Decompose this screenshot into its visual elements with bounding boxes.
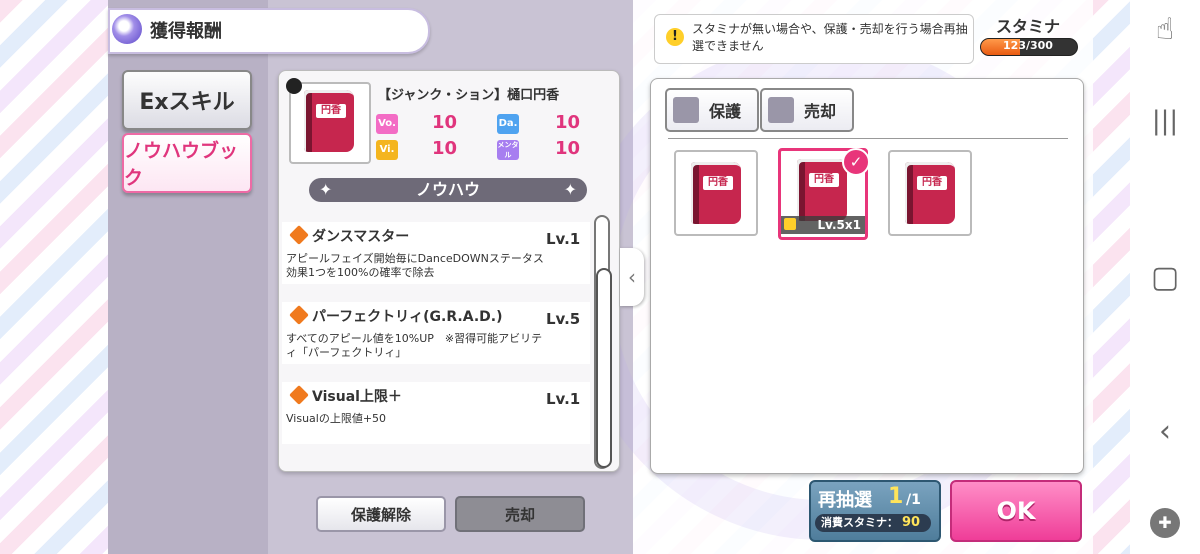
knowhow-section-header: ✦ ノウハウ ✦ <box>309 178 587 202</box>
redraw-count: 1 <box>888 484 904 509</box>
skill-level: Lv.1 <box>546 230 581 248</box>
game-controller-icon[interactable]: ✚ <box>1150 508 1180 538</box>
book-icon: 円香 <box>304 90 354 152</box>
recent-apps-icon[interactable]: ||| <box>1130 106 1200 136</box>
stamina-label: スタミナ <box>996 17 1061 36</box>
stat-mental-label: メンタル <box>497 140 519 160</box>
book-label: 円香 <box>703 176 733 190</box>
item-slot[interactable]: 円香 <box>888 150 972 236</box>
stamina-value: 123/300 <box>1003 39 1053 52</box>
skill-desc: アピールフェイズ開始毎にDanceDOWNステータス効果1つを100%の確率で除… <box>286 252 544 279</box>
item-slot[interactable]: 円香 <box>674 150 758 236</box>
redraw-cost-value: 90 <box>902 515 921 530</box>
tab-ex-skill[interactable]: Exスキル <box>122 70 252 130</box>
book-label: 円香 <box>809 173 839 187</box>
home-icon[interactable]: ▢ <box>1130 260 1200 295</box>
skill-level: Lv.5 <box>546 310 581 328</box>
book-icon: 円香 <box>797 159 847 221</box>
stat-vi-value: 10 <box>432 138 458 159</box>
page-title: 獲得報酬 <box>150 21 222 42</box>
sparkle-icon: ✦ <box>563 180 577 199</box>
divider <box>668 138 1068 139</box>
stat-da-value: 10 <box>555 112 581 133</box>
filter-protect-toggle[interactable]: 保護 <box>665 88 759 132</box>
book-label: 円香 <box>917 176 947 190</box>
chevron-left-icon: ‹ <box>628 265 636 289</box>
filter-sell-toggle[interactable]: 売却 <box>760 88 854 132</box>
stat-vo-value: 10 <box>432 112 458 133</box>
tab-knowhow-book[interactable]: ノウハウブック <box>122 133 252 193</box>
book-icon: 円香 <box>691 162 741 224</box>
filter-sell-label: 売却 <box>804 102 837 121</box>
item-name: 【ジャンク・ション】樋口円香 <box>378 88 560 103</box>
collapse-panel-button[interactable]: ‹ <box>620 248 644 306</box>
warning-text: スタミナが無い場合や、保護・売却を行う場合再抽選できません <box>692 22 968 53</box>
bomb-icon <box>286 78 302 94</box>
ok-button[interactable]: OK <box>950 480 1082 542</box>
skill-name: パーフェクトリィ(G.R.A.D.) <box>312 309 503 325</box>
lock-icon <box>784 218 796 230</box>
reward-orb-icon <box>112 14 142 44</box>
redraw-label: 再抽選 <box>818 490 872 511</box>
skill-name: ダンスマスター <box>312 229 410 245</box>
stat-vo-label: Vo. <box>376 114 398 134</box>
check-badge-icon: ✓ <box>842 148 870 176</box>
stat-da-label: Da. <box>497 114 519 134</box>
sparkle-icon: ✦ <box>319 180 333 199</box>
redraw-cost-label: 消費スタミナ： <box>821 516 898 529</box>
checkbox <box>768 97 794 123</box>
scrollbar-thumb[interactable] <box>596 268 612 468</box>
skill-level: Lv.1 <box>546 390 581 408</box>
item-thumbnail: 円香 <box>289 82 371 164</box>
redraw-total: /1 <box>906 492 921 508</box>
skill-name: Visual上限＋ <box>312 389 402 405</box>
stat-vi-label: Vi. <box>376 140 398 160</box>
gesture-hand-icon[interactable]: ☝ <box>1130 12 1200 47</box>
book-icon: 円香 <box>905 162 955 224</box>
stat-mental-value: 10 <box>555 138 581 159</box>
warning-icon: ! <box>666 28 684 46</box>
unlock-protect-button[interactable]: 保護解除 <box>316 496 446 532</box>
sell-button-disabled[interactable]: 売却 <box>455 496 585 532</box>
section-title: ノウハウ <box>415 180 480 199</box>
skill-desc: Visualの上限値+50 <box>286 412 387 425</box>
skill-desc: すべてのアピール値を10%UP ※習得可能アビリティ「パーフェクトリィ」 <box>286 332 543 359</box>
book-label: 円香 <box>316 104 346 118</box>
back-icon[interactable]: ‹ <box>1130 414 1200 449</box>
filter-protect-label: 保護 <box>709 102 742 121</box>
redraw-cost: 消費スタミナ： 90 <box>815 514 931 532</box>
checkbox <box>673 97 699 123</box>
